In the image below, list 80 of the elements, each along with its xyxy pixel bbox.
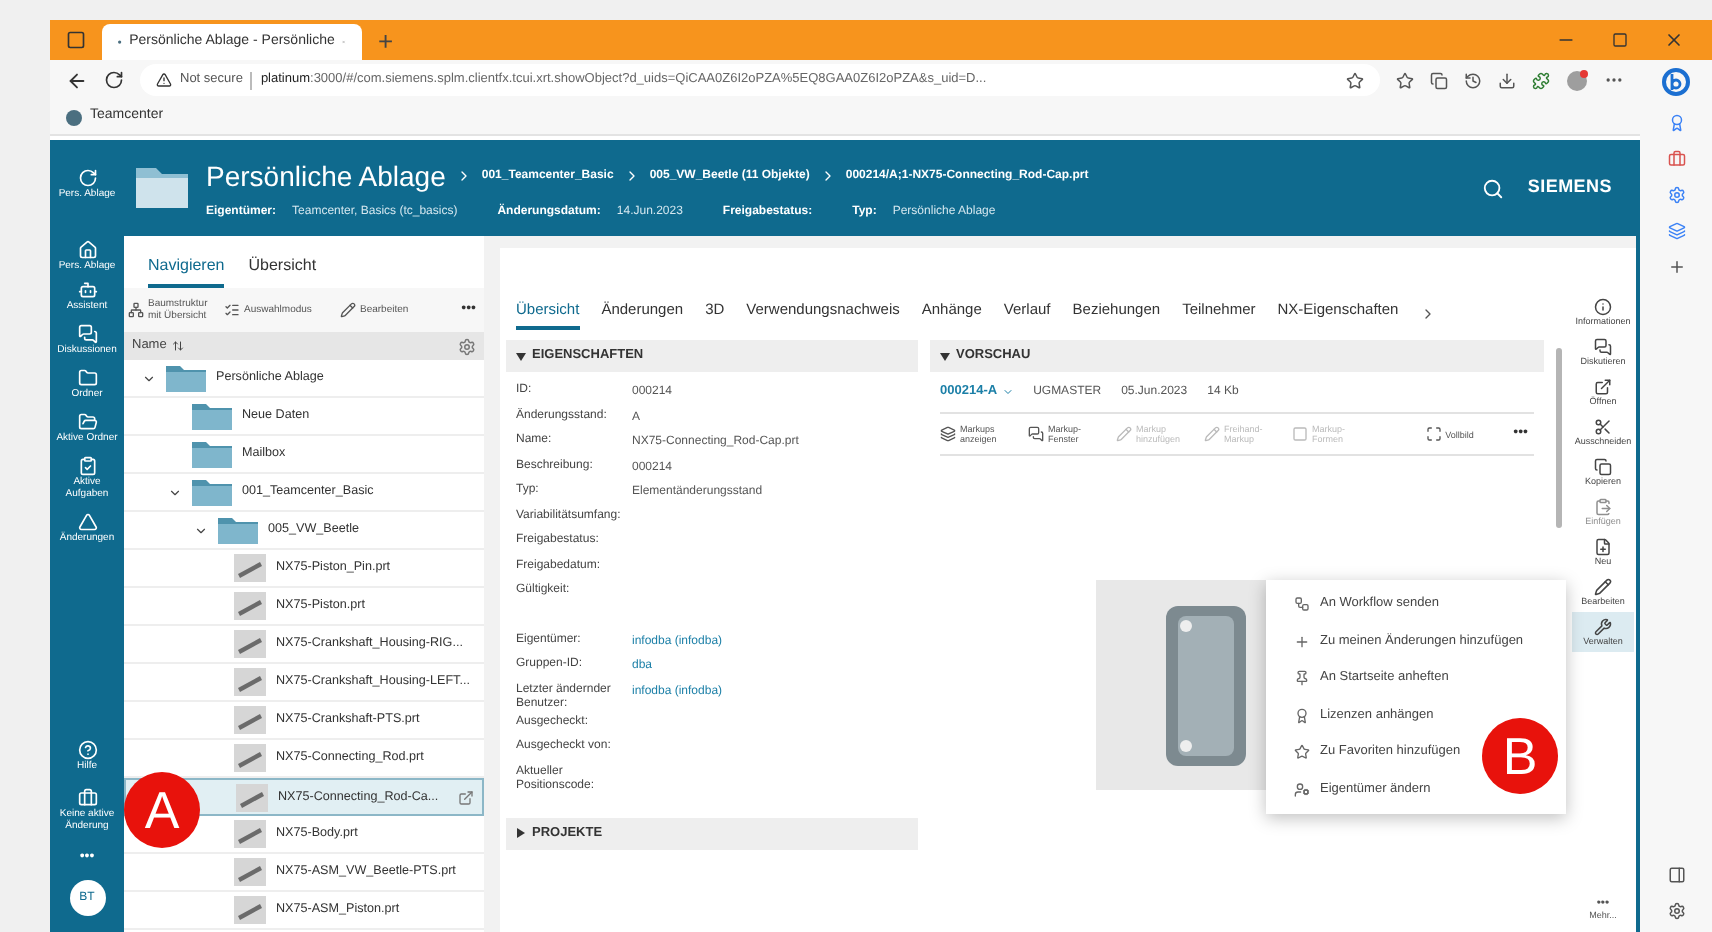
- brand-logo: SIEMENS: [1527, 174, 1612, 201]
- command-icon: [1594, 498, 1612, 516]
- tool-icon: [940, 426, 956, 442]
- part-thumbnail-icon: [234, 630, 266, 658]
- collections-icon[interactable]: [1430, 71, 1448, 89]
- tool-icon: [1028, 426, 1044, 442]
- menu-item-icon: [1294, 744, 1310, 761]
- folder-icon: [192, 440, 232, 468]
- tab-actions-icon[interactable]: [66, 30, 86, 50]
- command-icon: [1594, 418, 1612, 436]
- add-icon[interactable]: [1667, 258, 1685, 276]
- folder-icon: [192, 402, 232, 430]
- folder-icon: [192, 478, 232, 506]
- settings-icon[interactable]: [458, 337, 476, 355]
- rail-item-icon: [77, 739, 97, 759]
- sort-icon[interactable]: [172, 340, 185, 352]
- history-icon[interactable]: [1464, 71, 1482, 89]
- menu-item-icon: [1294, 670, 1310, 687]
- favorite-icon[interactable]: [1346, 71, 1364, 89]
- rail-item-icon: [77, 324, 97, 344]
- new-tab-button[interactable]: +: [362, 27, 410, 53]
- menu-item-icon: [1294, 781, 1310, 798]
- back-icon[interactable]: [66, 69, 88, 91]
- download-icon[interactable]: [1498, 71, 1516, 89]
- part-thumbnail-icon: [234, 820, 266, 848]
- part-thumbnail-icon: [236, 783, 268, 811]
- menu-item-icon: [1294, 596, 1310, 613]
- command-icon: [1594, 298, 1612, 316]
- toolbar-icon: [128, 302, 144, 318]
- part-thumbnail-icon: [234, 896, 266, 924]
- open-icon[interactable]: [458, 789, 474, 805]
- part-thumbnail-icon: [234, 858, 266, 886]
- part-thumbnail-icon: [234, 706, 266, 734]
- copilot-icon[interactable]: [1662, 68, 1690, 96]
- folder-icon: [136, 168, 188, 208]
- rail-item-icon: [77, 787, 97, 807]
- favorites-icon[interactable]: [1396, 71, 1414, 89]
- command-icon: [1594, 458, 1612, 476]
- panel-tab[interactable]: Übersicht: [248, 254, 317, 288]
- tool-icon: [1204, 426, 1220, 442]
- caret-icon: [1001, 386, 1014, 398]
- toolbar-icon: [224, 302, 240, 318]
- menu-item-icon: [1294, 633, 1310, 650]
- tool-icon: [1116, 426, 1132, 442]
- briefcase-icon[interactable]: [1667, 150, 1685, 168]
- profile-icon[interactable]: [1566, 69, 1588, 91]
- part-thumbnail-icon: [234, 554, 266, 582]
- command-icon: [1594, 578, 1612, 596]
- extension-icon[interactable]: [1532, 71, 1550, 89]
- command-icon: [1594, 538, 1612, 556]
- gear-icon[interactable]: [1667, 186, 1685, 204]
- rail-item-icon: [77, 512, 97, 532]
- folder-icon: [218, 516, 258, 544]
- command-icon: [1594, 618, 1612, 636]
- settings-icon[interactable]: [1667, 902, 1685, 920]
- layers-icon[interactable]: [1667, 222, 1685, 240]
- tool-icon: [1292, 426, 1308, 442]
- rail-item-icon: [77, 412, 97, 432]
- search-icon[interactable]: [1481, 177, 1504, 199]
- sidebar-icon[interactable]: [1667, 866, 1685, 884]
- rail-item-icon: [77, 280, 97, 300]
- rail-item-icon: [77, 456, 97, 476]
- part-thumbnail-icon: [234, 744, 266, 772]
- part-thumbnail-icon: [234, 592, 266, 620]
- rail-item-icon: [77, 368, 97, 388]
- rail-item-icon: [77, 240, 97, 260]
- maximize-icon[interactable]: [1612, 32, 1628, 48]
- command-icon: [1594, 378, 1612, 396]
- reload-icon[interactable]: [104, 70, 124, 90]
- command-icon: [1594, 338, 1612, 356]
- app-logo-icon: [66, 109, 82, 125]
- menu-item-icon: [1294, 707, 1310, 724]
- folder-icon: [166, 364, 206, 392]
- scrollbar[interactable]: [1556, 348, 1562, 528]
- warning-icon: [156, 72, 172, 88]
- toolbar-icon: [340, 302, 356, 318]
- part-thumbnail-icon: [234, 668, 266, 696]
- page-title: Persönliche Ablage: [206, 157, 446, 196]
- rail-item-icon: [77, 168, 97, 188]
- tool-icon: [1425, 426, 1442, 442]
